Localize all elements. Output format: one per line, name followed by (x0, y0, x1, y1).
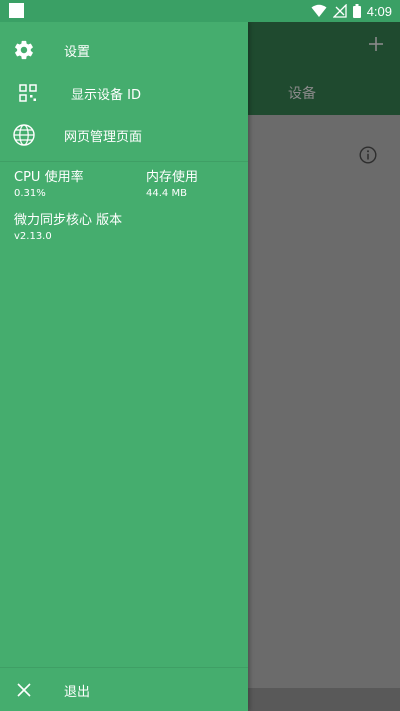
cpu-usage-label: CPU 使用率 (14, 170, 84, 185)
battery-icon (352, 4, 361, 18)
wifi-icon (311, 4, 327, 17)
close-icon (12, 678, 36, 702)
menu-item-device-id-label: 显示设备 ID (71, 87, 141, 103)
menu-item-web-admin-label: 网页管理页面 (64, 129, 143, 145)
no-signal-icon (332, 4, 347, 18)
drawer-bottom-divider (0, 667, 248, 668)
navigation-drawer: 设置 显示设备 ID 网页管理页面 CPU 使用率 0.31% 内存使用 44.… (0, 22, 248, 711)
drawer-divider (0, 161, 248, 162)
memory-usage: 内存使用 44.4 MB (146, 170, 198, 201)
info-icon[interactable] (359, 146, 377, 164)
cpu-usage: CPU 使用率 0.31% (14, 170, 84, 201)
core-version-label: 微力同步核心 版本 (14, 213, 123, 228)
memory-usage-value: 44.4 MB (146, 188, 187, 199)
plus-icon[interactable] (366, 34, 386, 54)
exit-label: 退出 (64, 684, 91, 700)
menu-item-device-id[interactable]: 显示设备 ID (0, 73, 248, 113)
tab-devices[interactable]: 设备 (288, 83, 316, 103)
notification-square-icon (9, 3, 24, 18)
status-icons: 4:09 (311, 2, 392, 20)
screen: 4:09 设备 设置 显示设备 ID 网页管理页面 CPU 使用率 0.31% … (0, 0, 400, 711)
status-bar: 4:09 (0, 0, 400, 22)
globe-icon (12, 123, 36, 147)
core-version-value: v2.13.0 (14, 231, 52, 242)
memory-usage-label: 内存使用 (146, 170, 199, 185)
status-time: 4:09 (366, 3, 392, 19)
menu-item-settings-label: 设置 (64, 44, 91, 60)
gear-icon (12, 38, 36, 62)
menu-item-web-admin[interactable]: 网页管理页面 (0, 115, 248, 155)
qr-code-icon (16, 81, 40, 105)
menu-item-settings[interactable]: 设置 (0, 30, 248, 70)
exit-button[interactable]: 退出 (0, 670, 248, 710)
cpu-usage-value: 0.31% (14, 188, 46, 199)
core-version: 微力同步核心 版本 v2.13.0 (14, 213, 122, 244)
